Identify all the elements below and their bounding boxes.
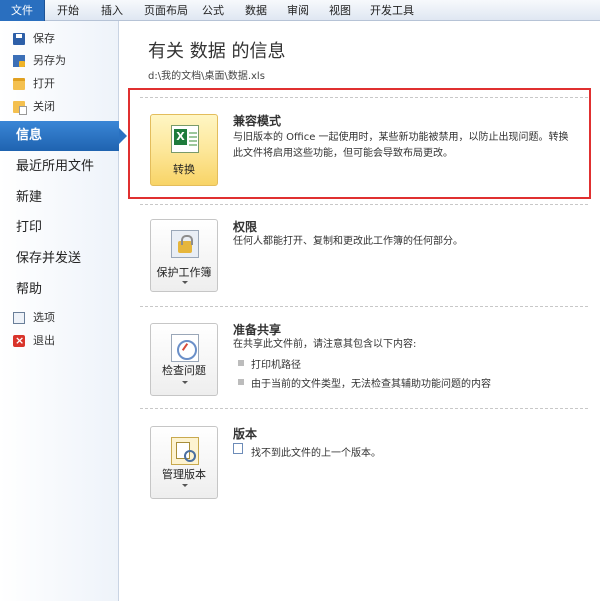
check-issues-button[interactable]: 检查问题 — [150, 323, 218, 396]
page-title: 有关 数据 的信息 — [148, 41, 286, 62]
versions-title: 版本 — [233, 427, 258, 441]
versions-icon — [171, 437, 199, 465]
inspect-document-icon — [171, 334, 199, 362]
document-icon — [233, 443, 243, 454]
divider — [140, 408, 588, 409]
share-bullet-2: 由于当前的文件类型，无法检查其辅助功能问题的内容 — [251, 379, 491, 390]
divider — [140, 306, 588, 307]
compat-title: 兼容模式 — [233, 114, 282, 128]
manage-versions-button[interactable]: 管理版本 — [150, 426, 218, 499]
check-issues-label: 检查问题 — [162, 364, 206, 377]
close-label: 关闭 — [33, 100, 55, 113]
save-command[interactable]: 保存 — [0, 29, 119, 49]
share-desc: 在共享此文件前，请注意其包含以下内容: — [233, 339, 417, 350]
close-file-icon — [13, 101, 27, 115]
nav-item-info[interactable]: 信息 — [0, 121, 127, 151]
tab-view[interactable]: 视图 — [329, 0, 351, 21]
nav-item-recent[interactable]: 最近所用文件 — [0, 152, 119, 182]
share-bullet-1: 打印机路径 — [251, 360, 301, 371]
info-panel: 有关 数据 的信息 d:\我的文档\桌面\数据.xls 转换 兼容模式 与旧版本… — [120, 21, 600, 601]
chevron-down-icon — [182, 484, 188, 487]
permissions-title: 权限 — [233, 220, 258, 234]
tab-page-layout[interactable]: 页面布局 — [144, 0, 188, 21]
close-command[interactable]: 关闭 — [0, 97, 119, 117]
save-as-command[interactable]: 另存为 — [0, 51, 119, 71]
share-title: 准备共享 — [233, 323, 282, 337]
bullet-icon — [238, 360, 244, 366]
nav-item-new[interactable]: 新建 — [0, 183, 119, 213]
nav-item-help[interactable]: 帮助 — [0, 275, 119, 305]
exit-label: 退出 — [33, 334, 55, 347]
save-icon — [13, 33, 25, 45]
file-path: d:\我的文档\桌面\数据.xls — [148, 71, 265, 82]
tab-data[interactable]: 数据 — [245, 0, 267, 21]
open-command[interactable]: 打开 — [0, 74, 119, 94]
chevron-down-icon — [182, 381, 188, 384]
exit-icon — [13, 331, 25, 351]
options-label: 选项 — [33, 311, 55, 324]
tab-formulas[interactable]: 公式 — [202, 0, 224, 21]
save-as-icon — [13, 55, 25, 67]
tab-home[interactable]: 开始 — [57, 0, 79, 21]
protect-workbook-label: 保护工作簿 — [156, 266, 212, 279]
options-command[interactable]: 选项 — [0, 308, 119, 328]
nav-item-save-send[interactable]: 保存并发送 — [0, 244, 119, 274]
convert-button[interactable]: 转换 — [150, 114, 218, 186]
convert-button-label: 转换 — [173, 163, 195, 176]
options-icon — [13, 312, 25, 324]
exit-command[interactable]: 退出 — [0, 331, 119, 351]
open-folder-icon — [13, 78, 25, 90]
divider — [140, 204, 588, 205]
compat-desc: 与旧版本的 Office 一起使用时，某些新功能被禁用，以防止出现问题。转换此文… — [233, 132, 569, 159]
bullet-icon — [238, 379, 244, 385]
ribbon-tab-bar: 文件 开始 插入 页面布局 公式 数据 审阅 视图 开发工具 — [0, 0, 600, 21]
save-as-label: 另存为 — [33, 54, 66, 67]
lock-icon — [171, 230, 199, 258]
excel-convert-icon — [171, 125, 199, 153]
manage-versions-label: 管理版本 — [162, 468, 206, 481]
open-label: 打开 — [33, 77, 55, 90]
tab-file[interactable]: 文件 — [0, 0, 45, 21]
save-label: 保存 — [33, 32, 55, 45]
versions-desc: 找不到此文件的上一个版本。 — [251, 448, 381, 459]
protect-workbook-button[interactable]: 保护工作簿 — [150, 219, 218, 292]
tab-review[interactable]: 审阅 — [287, 0, 309, 21]
permissions-desc: 任何人都能打开、复制和更改此工作簿的任何部分。 — [233, 236, 463, 247]
tab-developer[interactable]: 开发工具 — [370, 0, 414, 21]
tab-insert[interactable]: 插入 — [101, 0, 123, 21]
nav-item-print[interactable]: 打印 — [0, 213, 119, 243]
backstage-nav: 保存 另存为 打开 关闭 信息 最近所用文件 新建 打印 保存并发送 帮助 选项… — [0, 21, 127, 601]
chevron-down-icon — [182, 281, 188, 284]
